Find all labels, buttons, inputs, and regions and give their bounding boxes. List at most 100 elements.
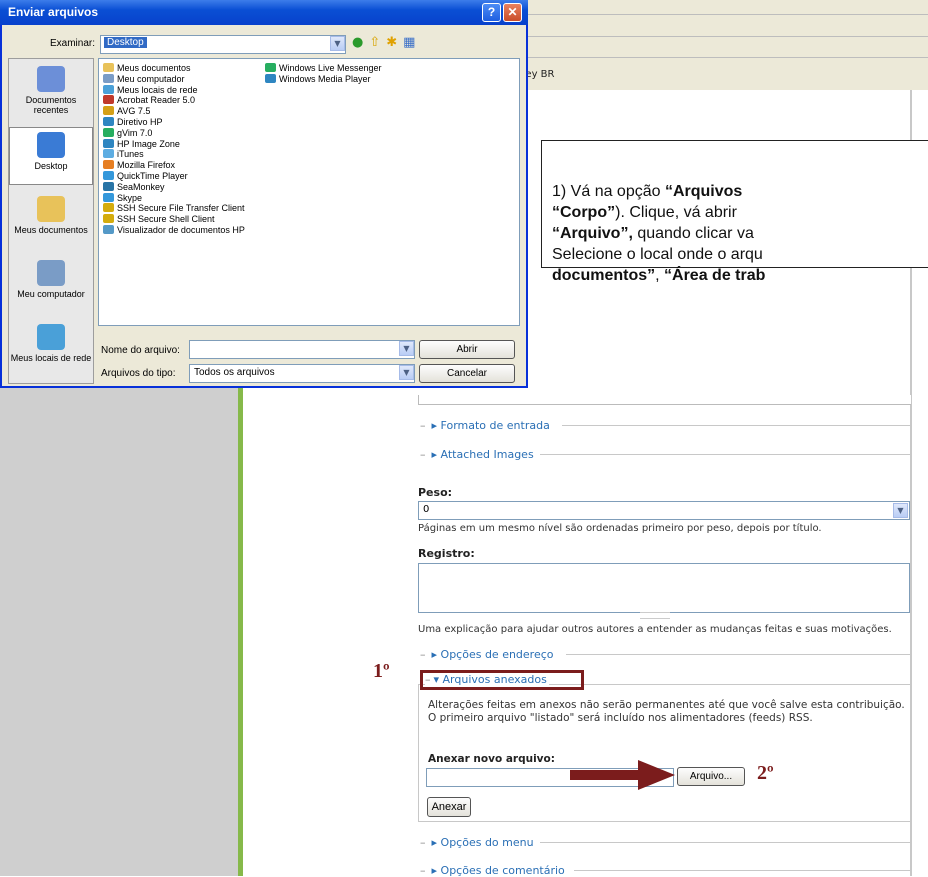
peso-select[interactable]: 0 ▼ [418,501,910,520]
place-icon [37,324,65,350]
place-icon [37,196,65,222]
registro-label: Registro: [418,547,475,560]
file-icon [103,181,114,191]
file-icon [103,84,114,94]
file-icon [103,203,114,213]
file-label: Visualizador de documentos HP [117,224,245,235]
file-item[interactable]: Skype [103,192,245,204]
file-icon [103,214,114,224]
fieldset-opcoes-comentario[interactable]: – ▸ Opções de comentário [420,864,565,877]
help-button[interactable]: ? [482,3,501,22]
place-item[interactable]: Meus locais de rede [9,324,93,363]
file-icon [103,63,114,72]
dialog-title: Enviar arquivos [8,5,99,19]
body-textarea[interactable] [418,395,911,405]
file-item[interactable]: QuickTime Player [103,170,245,182]
file-label: Windows Media Player [279,73,371,84]
file-item[interactable]: Diretivo HP [103,116,245,128]
registro-textarea[interactable] [418,563,910,613]
examinar-select[interactable]: Desktop ▼ [100,35,346,54]
file-item[interactable]: Acrobat Reader 5.0 [103,95,245,106]
file-item[interactable]: Meus locais de rede [103,84,245,96]
file-item[interactable]: Mozilla Firefox [103,160,245,171]
place-label: Meus locais de rede [10,353,92,363]
file-icon [103,192,114,202]
file-label: AVG 7.5 [117,106,151,117]
fieldset-opcoes-menu[interactable]: – ▸ Opções do menu [420,836,534,849]
file-item[interactable]: gVim 7.0 [103,127,245,139]
place-icon [37,66,65,92]
dialog-toolbar: ●⇧✱▦ [352,35,421,50]
cancelar-button[interactable]: Cancelar [419,364,515,383]
file-item[interactable]: SSH Secure File Transfer Client [103,203,245,214]
new-folder-icon[interactable]: ✱ [386,35,403,50]
file-icon [103,116,114,126]
file-label: Skype [117,192,143,203]
place-label: Meus documentos [14,225,88,235]
file-item[interactable]: Windows Live Messenger [265,63,382,74]
file-label: QuickTime Player [117,170,188,181]
peso-label: Peso: [418,486,453,499]
place-label: Desktop [34,161,68,171]
file-item[interactable]: HP Image Zone [103,138,245,150]
file-icon [103,73,114,83]
file-icon [265,63,276,72]
arrow-right-icon [570,760,675,790]
nome-do-arquivo-input[interactable]: ▼ [189,340,415,359]
file-icon [103,95,114,105]
place-label: Meu computador [17,289,85,299]
file-label: Meus documentos [117,63,191,73]
file-label: SSH Secure File Transfer Client [117,203,245,214]
file-label: Meu computador [117,73,185,84]
file-item[interactable]: AVG 7.5 [103,106,245,117]
peso-description: Páginas em um mesmo nível são ordenadas … [418,523,822,534]
file-icon [103,127,114,137]
step-1-marker: 1º [373,660,390,682]
fieldset-opcoes-endereco[interactable]: – ▸ Opções de endereço [420,648,554,661]
step-2-marker: 2º [757,762,774,784]
arquivo-browse-button[interactable]: Arquivo... [677,767,745,786]
back-icon[interactable]: ● [352,35,369,50]
anexar-novo-label: Anexar novo arquivo: [428,753,555,765]
file-icon [103,106,114,116]
fieldset-attached-images[interactable]: – ▸ Attached Images [420,448,534,461]
place-icon [37,132,65,158]
place-item[interactable]: Meu computador [9,260,93,299]
file-item[interactable]: SeaMonkey [103,181,245,193]
anexar-button[interactable]: Anexar [427,797,471,817]
registro-description: Uma explicação para ajudar outros autore… [418,624,892,635]
file-item[interactable]: Meu computador [103,73,245,85]
view-menu-icon[interactable]: ▦ [403,35,421,50]
fieldset-formato-entrada[interactable]: – ▸ Formato de entrada [420,419,550,432]
file-label: Windows Live Messenger [279,63,382,73]
up-folder-icon[interactable]: ⇧ [369,35,386,50]
chevron-down-icon[interactable]: ▼ [399,365,414,380]
textarea-resize-grip[interactable] [640,612,670,619]
file-item[interactable]: SSH Secure Shell Client [103,214,245,225]
file-item[interactable]: Meus documentos [103,63,245,74]
close-button[interactable]: ✕ [503,3,522,22]
anexos-description: Alterações feitas em anexos não serão pe… [428,699,905,724]
arquivos-do-tipo-label: Arquivos do tipo: [101,368,176,379]
file-item[interactable]: Visualizador de documentos HP [103,224,245,236]
chevron-down-icon[interactable]: ▼ [399,341,414,356]
file-icon [103,138,114,148]
arquivos-do-tipo-select[interactable]: Todos os arquivos ▼ [189,364,415,383]
file-item[interactable]: iTunes [103,149,245,160]
chevron-down-icon[interactable]: ▼ [330,36,345,51]
highlight-box [420,670,584,690]
file-icon [103,160,114,170]
file-list: Meus documentos Meu computador Meus locais… [98,58,520,326]
examinar-label: Examinar: [50,38,96,49]
place-label: Documentos recentes [25,95,77,115]
place-item[interactable]: Documentos recentes [9,66,93,115]
place-icon [37,260,65,286]
file-icon [103,170,114,180]
place-item[interactable]: Desktop [9,127,93,185]
abrir-button[interactable]: Abrir [419,340,515,359]
chevron-down-icon[interactable]: ▼ [893,503,908,518]
file-item[interactable]: Windows Media Player [265,73,382,85]
file-icon [265,73,276,83]
place-item[interactable]: Meus documentos [9,196,93,235]
file-label: gVim 7.0 [117,127,153,138]
